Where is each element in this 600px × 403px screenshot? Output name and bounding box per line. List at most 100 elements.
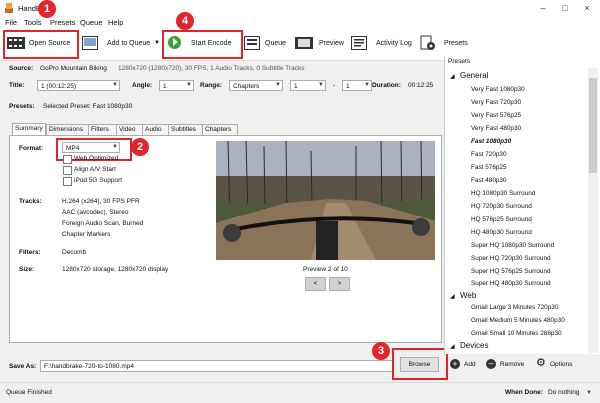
collapse-icon[interactable]: ◢ (450, 73, 455, 80)
preset-item[interactable]: Fast 576p25 (471, 164, 507, 171)
menu-file[interactable]: File (5, 18, 17, 27)
save-as-input[interactable]: F:\handbrake-720-to-1080.mp4 (40, 360, 394, 372)
range-start-value: 1 (294, 83, 298, 90)
range-label: Range: (200, 82, 223, 89)
open-source-button[interactable]: Open Source (29, 40, 70, 47)
preset-item[interactable]: Very Fast 576p25 (471, 112, 521, 119)
browse-button[interactable]: Browse (400, 357, 439, 372)
selected-preset: Selected Preset: Fast 1080p30 (43, 103, 133, 110)
remove-icon[interactable]: – (486, 359, 496, 369)
source-name: GoPro Mountain Biking (40, 65, 107, 72)
chevron-down-icon: ▼ (318, 82, 324, 88)
start-encode-button[interactable]: Start Encode (191, 40, 231, 47)
collapse-icon[interactable]: ◢ (450, 293, 455, 300)
size-label: Size: (19, 266, 35, 273)
preset-group-general[interactable]: General (460, 71, 488, 80)
preset-item[interactable]: Gmail Large 3 Minutes 720p30 (471, 304, 558, 311)
preset-item[interactable]: HQ 1080p30 Surround (471, 190, 535, 197)
gear-icon[interactable]: ⚙ (536, 358, 546, 369)
tab-subtitles[interactable]: Subtitles (168, 124, 204, 135)
presets-scrollbar-thumb[interactable] (589, 78, 597, 173)
menu-queue[interactable]: Queue (80, 18, 103, 27)
video-preview-image (216, 141, 435, 260)
add-icon[interactable]: + (450, 359, 460, 369)
preset-item[interactable]: Fast 720p30 (471, 151, 507, 158)
when-done-dropdown[interactable]: Do nothing (548, 389, 579, 396)
tab-dimensions[interactable]: Dimensions (46, 124, 90, 135)
collapse-icon[interactable]: ◢ (450, 343, 455, 350)
presets-icon[interactable] (420, 35, 436, 51)
range-end-value: 1 (346, 83, 350, 90)
preset-item[interactable]: Fast 480p30 (471, 177, 507, 184)
chevron-down-icon[interactable]: ▼ (586, 390, 592, 396)
preset-item[interactable]: Very Fast 480p30 (471, 125, 521, 132)
preset-item[interactable]: Super HQ 720p30 Surround (471, 255, 551, 262)
activity-log-button[interactable]: Activity Log (376, 40, 412, 47)
add-to-queue-button[interactable]: Add to Queue (107, 40, 150, 47)
title-value: 1 (00:12:25) (41, 83, 77, 90)
track-item: Foreign Audio Scan, Burned (62, 220, 144, 227)
track-item: H.264 (x264), 30 FPS PFR (62, 198, 140, 205)
preset-item[interactable]: Super HQ 480p30 Surround (471, 280, 551, 287)
add-to-queue-dropdown-icon[interactable]: ▼ (154, 40, 160, 46)
add-to-queue-icon[interactable] (82, 36, 98, 50)
tab-video[interactable]: Video (116, 124, 144, 135)
preset-item[interactable]: HQ 576p25 Surround (471, 216, 532, 223)
menu-tools[interactable]: Tools (24, 18, 42, 27)
tab-filters[interactable]: Filters (88, 124, 118, 135)
duration-label: Duration: (372, 82, 401, 89)
handbrake-app-icon (5, 3, 13, 13)
duration-value: 00:12:25 (408, 82, 434, 89)
activity-log-icon[interactable] (351, 36, 367, 50)
preset-item[interactable]: Gmail Small 10 Minutes 288p30 (471, 330, 562, 337)
angle-value: 1 (163, 83, 167, 90)
preview-icon[interactable] (295, 36, 313, 50)
queue-icon[interactable] (244, 36, 260, 50)
step-badge-1: 1 (38, 0, 56, 18)
menu-presets[interactable]: Presets (50, 18, 75, 27)
step-badge-2: 2 (131, 138, 149, 156)
web-optimized-checkbox[interactable] (63, 155, 72, 164)
web-optimized-label: Web Optimized (74, 155, 119, 162)
chevron-down-icon: ▼ (112, 82, 118, 88)
preset-item[interactable]: Super HQ 1080p30 Surround (471, 242, 554, 249)
options-button[interactable]: Options (550, 361, 572, 368)
source-info: 1280x720 (1280x720), 30 FPS, 1 Audio Tra… (118, 65, 305, 72)
filters-value: Decomb (62, 249, 87, 256)
preview-next-button[interactable]: > (329, 277, 350, 291)
preset-group-web[interactable]: Web (460, 291, 476, 300)
preset-item[interactable]: Gmail Medium 5 Minutes 480p30 (471, 317, 565, 324)
format-value: MP4 (66, 145, 80, 152)
add-preset-button[interactable]: Add (464, 361, 476, 368)
preset-item[interactable]: Super HQ 576p25 Surround (471, 268, 551, 275)
align-av-checkbox[interactable] (63, 166, 72, 175)
preset-item[interactable]: HQ 480p30 Surround (471, 229, 532, 236)
tab-audio[interactable]: Audio (142, 124, 170, 135)
preview-prev-button[interactable]: < (305, 277, 326, 291)
preset-item[interactable]: Very Fast 720p30 (471, 99, 521, 106)
preset-item[interactable]: HQ 720p30 Surround (471, 203, 532, 210)
open-source-icon[interactable] (7, 36, 25, 50)
remove-preset-button[interactable]: Remove (500, 361, 524, 368)
play-icon (173, 38, 178, 46)
tab-chapters[interactable]: Chapters (202, 124, 238, 135)
filters-label: Filters: (19, 249, 41, 256)
range-value: Chapters (233, 83, 260, 90)
title-dropdown[interactable]: 1 (00:12:25) (37, 80, 120, 91)
menu-help[interactable]: Help (108, 18, 123, 27)
ipod-checkbox[interactable] (63, 177, 72, 186)
tracks-label: Tracks: (19, 198, 42, 205)
preview-button[interactable]: Preview (319, 40, 344, 47)
ipod-label: iPod 5G Support (74, 177, 123, 184)
preset-item[interactable]: Very Fast 1080p30 (471, 86, 525, 93)
step-badge-3: 3 (372, 342, 390, 360)
preset-item-selected[interactable]: Fast 1080p30 (471, 138, 511, 145)
queue-button[interactable]: Queue (265, 40, 286, 47)
preview-caption: Preview 2 of 10 (303, 266, 348, 273)
preset-group-devices[interactable]: Devices (460, 341, 488, 350)
maximize-icon[interactable]: □ (554, 1, 576, 15)
tab-summary[interactable]: Summary (12, 123, 46, 135)
minimize-icon[interactable]: – (532, 1, 554, 15)
presets-button[interactable]: Presets (444, 40, 468, 47)
close-icon[interactable]: × (576, 1, 598, 15)
